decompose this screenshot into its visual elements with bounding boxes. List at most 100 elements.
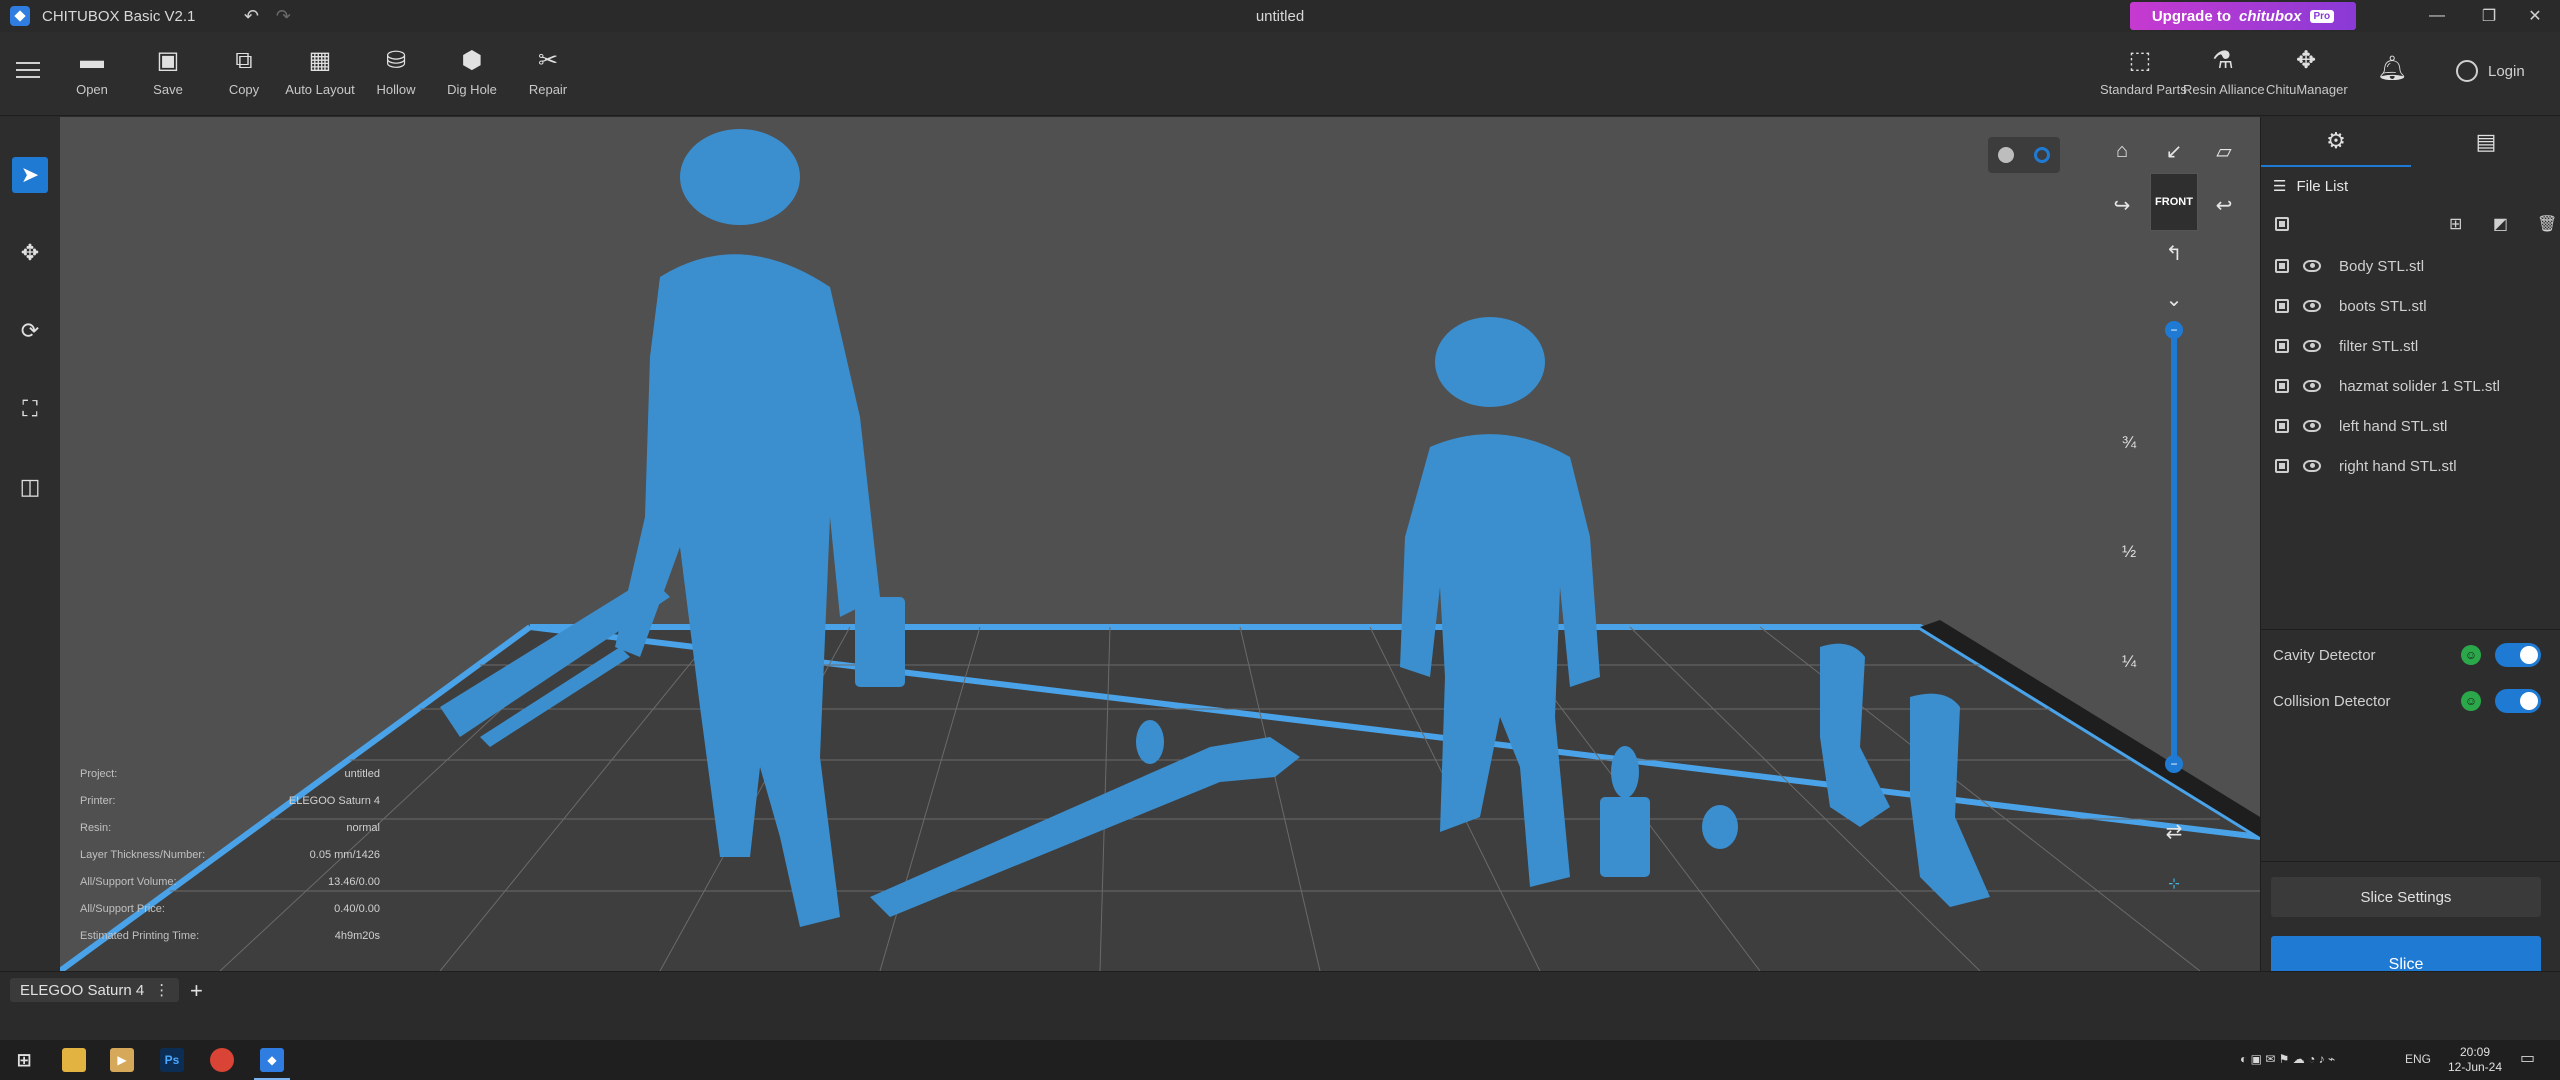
restore-icon[interactable]: ❐ [2466, 0, 2512, 32]
rotate-ccw-icon[interactable]: ↪ [2108, 191, 2136, 219]
eye-icon[interactable] [2303, 420, 2321, 432]
upgrade-button[interactable]: Upgrade to chitubox Pro [2130, 2, 2356, 30]
select-tool-icon[interactable]: ➤ [12, 157, 48, 193]
slider-fraction-three-quarters: ¾ [2122, 433, 2137, 452]
close-icon[interactable]: ✕ [2512, 0, 2558, 32]
select-all-checkbox[interactable] [2275, 217, 2289, 231]
auto-layout-button[interactable]: ▦ Auto Layout [282, 46, 358, 97]
upgrade-label: Upgrade to [2151, 7, 2231, 25]
printer-tab[interactable]: ELEGOO Saturn 4 ⋮ [10, 978, 180, 1002]
file-explorer-icon[interactable] [62, 1048, 86, 1072]
info-value: 13.46/0.00 [328, 876, 380, 888]
clock[interactable]: 20:09 12-Jun-24 [2440, 1045, 2510, 1075]
rotate-cw-icon[interactable]: ↩ [2210, 191, 2238, 219]
chrome-icon[interactable] [210, 1048, 234, 1072]
solid-mode-icon[interactable] [1998, 147, 2014, 163]
dig-hole-button[interactable]: ⬢ Dig Hole [434, 46, 510, 97]
xray-mode-icon[interactable] [2034, 147, 2050, 163]
windows-start-icon[interactable]: ⊞ [12, 1048, 36, 1072]
clock-date: 12-Jun-24 [2447, 1060, 2503, 1074]
language-indicator[interactable]: ENG [2405, 1052, 2431, 1066]
file-checkbox[interactable] [2275, 339, 2289, 353]
rotate-left-view-icon[interactable]: ↙ [2160, 137, 2188, 165]
tab-material[interactable]: ▤ [2411, 117, 2560, 167]
resin-alliance-icon: ⚗ [2212, 47, 2234, 74]
list-item[interactable]: boots STL.stl [2261, 287, 2560, 325]
minimize-icon[interactable]: — [2414, 0, 2460, 32]
auto-layout-label: Auto Layout [285, 82, 355, 97]
repair-button[interactable]: ✂ Repair [510, 46, 586, 97]
layer-slider[interactable] [2171, 327, 2177, 763]
undo-icon[interactable]: ↶ [235, 0, 267, 32]
arrange-icon[interactable]: ◩ [2493, 214, 2508, 234]
slider-top-handle[interactable]: − [2165, 321, 2183, 339]
resin-alliance-button[interactable]: ⚗ Resin Alliance [2183, 46, 2265, 97]
perspective-icon[interactable]: ▱ [2210, 137, 2238, 165]
list-item[interactable]: hazmat solider 1 STL.stl [2261, 367, 2560, 405]
left-toolbar: ➤ ✥ ⟳ ⛶ ◫ [0, 117, 60, 971]
add-printer-tab-button[interactable]: + [190, 978, 203, 1004]
info-value: normal [346, 822, 380, 834]
delete-icon[interactable]: 🗑︎ [2537, 214, 2557, 234]
dig-hole-icon: ⬢ [461, 47, 483, 74]
file-checkbox[interactable] [2275, 299, 2289, 313]
list-item[interactable]: Body STL.stl [2261, 247, 2560, 285]
render-mode-toggle[interactable] [1988, 137, 2060, 173]
folder-icon: ▬ [80, 47, 104, 74]
hollow-button[interactable]: ⛁ Hollow [358, 46, 434, 97]
tray-icons[interactable]: ◐ ▣ ✉ ⚑ ☁ ◔ ♪ ⌁ [2240, 1052, 2335, 1066]
info-key: All/Support Volume: [80, 876, 177, 888]
slice-preview-icon[interactable]: ⇄ [2160, 817, 2188, 845]
home-view-icon[interactable]: ⌂ [2108, 137, 2136, 165]
view-cube[interactable]: FRONT [2150, 173, 2198, 231]
list-item[interactable]: right hand STL.stl [2261, 447, 2560, 485]
right-panel: ⚙ ▤ ☰ File List ⊞ ◩ 🗑︎ Body STL.stl boot… [2260, 117, 2560, 994]
cavity-detector-toggle[interactable] [2495, 643, 2541, 667]
scale-tool-icon[interactable]: ⛶ [12, 391, 48, 427]
status-ok-icon: ☺ [2461, 691, 2481, 711]
collision-detector-toggle[interactable] [2495, 689, 2541, 713]
info-value: 0.40/0.00 [334, 903, 380, 915]
login-button[interactable]: Login [2456, 60, 2525, 82]
file-checkbox[interactable] [2275, 379, 2289, 393]
eye-icon[interactable] [2303, 340, 2321, 352]
move-tool-icon[interactable]: ✥ [12, 235, 48, 271]
redo-icon[interactable]: ↷ [267, 0, 299, 32]
chitumanager-button[interactable]: ✥ ChituManager [2266, 46, 2348, 97]
mirror-tool-icon[interactable]: ◫ [12, 469, 48, 505]
eye-icon[interactable] [2303, 380, 2321, 392]
standard-parts-button[interactable]: ⬚ Standard Parts [2100, 46, 2187, 97]
3d-viewport[interactable]: ⌂ ↙ ▱ ↪ FRONT ↩ ↰ ⌄ − − ¾ ½ ¼ ⇄ ⊹ Projec… [60, 117, 2260, 971]
rotate-tool-icon[interactable]: ⟳ [12, 313, 48, 349]
add-file-icon[interactable]: ⊞ [2449, 214, 2462, 234]
tilt-icon[interactable]: ↰ [2160, 239, 2188, 267]
photoshop-icon[interactable]: Ps [160, 1048, 184, 1072]
notification-button[interactable]: 🔔︎ [2352, 54, 2432, 84]
slider-bottom-handle[interactable]: − [2165, 755, 2183, 773]
file-checkbox[interactable] [2275, 419, 2289, 433]
menu-icon[interactable] [16, 62, 40, 80]
info-value: 4h9m20s [334, 930, 380, 942]
file-checkbox[interactable] [2275, 459, 2289, 473]
copy-button[interactable]: ⧉ Copy [206, 46, 282, 97]
media-player-icon[interactable]: ▶ [110, 1048, 134, 1072]
file-checkbox[interactable] [2275, 259, 2289, 273]
info-key: Layer Thickness/Number: [80, 849, 206, 861]
open-button[interactable]: ▬ Open [54, 46, 130, 97]
dig-hole-label: Dig Hole [447, 82, 497, 97]
tab-file-list[interactable]: ⚙ [2261, 117, 2411, 167]
notification-center-icon[interactable]: ▭ [2520, 1048, 2535, 1068]
save-button[interactable]: ▣ Save [130, 46, 206, 97]
eye-icon[interactable] [2303, 460, 2321, 472]
eye-icon[interactable] [2303, 260, 2321, 272]
chitubox-taskbar-icon[interactable]: ◆ [254, 1048, 290, 1080]
avatar-icon [2456, 60, 2478, 82]
bell-icon: 🔔︎ [2376, 55, 2408, 82]
slice-settings-button[interactable]: Slice Settings [2271, 877, 2541, 917]
eye-icon[interactable] [2303, 300, 2321, 312]
list-item[interactable]: left hand STL.stl [2261, 407, 2560, 445]
chevron-down-icon[interactable]: ⌄ [2160, 285, 2188, 313]
file-list-toolbar: ⊞ ◩ 🗑︎ [2261, 205, 2560, 243]
list-item[interactable]: filter STL.stl [2261, 327, 2560, 365]
more-options-icon[interactable]: ⋮ [154, 981, 169, 999]
